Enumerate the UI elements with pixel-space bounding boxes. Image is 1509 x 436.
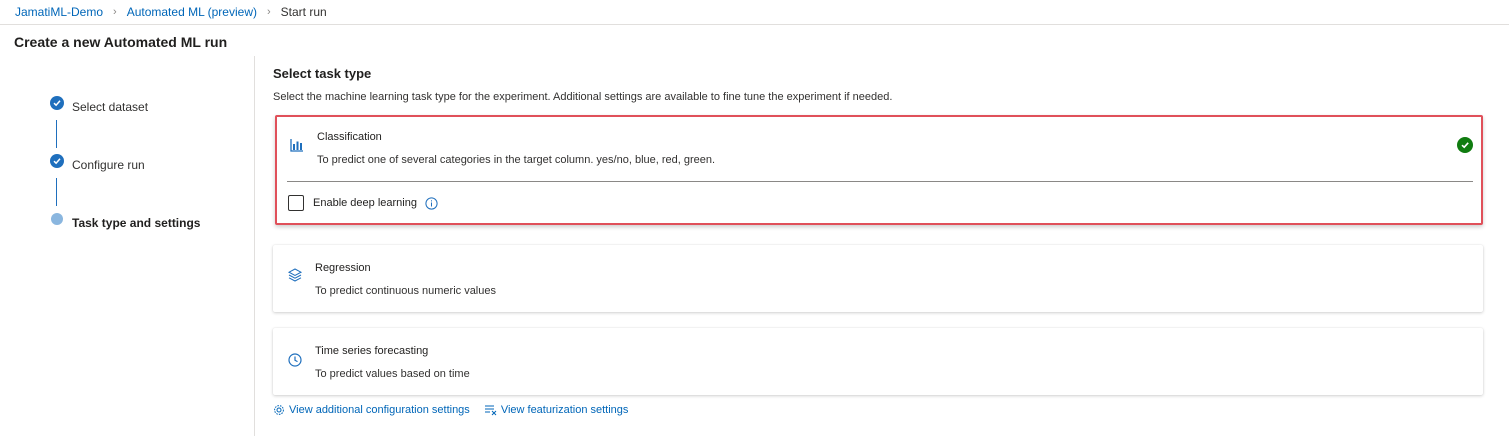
info-icon[interactable] — [425, 197, 438, 210]
link-label: View additional configuration settings — [289, 404, 470, 416]
task-option-title: Classification — [317, 131, 382, 143]
task-option-title: Time series forecasting — [315, 345, 429, 357]
link-label: View featurization settings — [500, 404, 629, 416]
check-icon — [50, 154, 64, 168]
section-title: Select task type — [273, 66, 372, 81]
task-option-description: To predict values based on time — [315, 368, 470, 380]
vertical-divider — [254, 56, 255, 436]
step-label: Configure run — [72, 158, 145, 172]
selected-check-icon — [1457, 137, 1473, 153]
task-option-classification[interactable]: Classification To predict one of several… — [275, 115, 1483, 225]
settings-links: View additional configuration settings V… — [273, 404, 642, 416]
step-label: Select dataset — [72, 100, 149, 114]
section-description: Select the machine learning task type fo… — [273, 91, 893, 103]
current-step-dot-icon — [51, 213, 63, 225]
gear-icon — [274, 405, 284, 415]
breadcrumb: JamatiML-Demo › Automated ML (preview) ›… — [15, 3, 327, 21]
featurization-icon — [484, 405, 497, 416]
layers-icon — [287, 267, 303, 283]
step-label: Task type and settings — [72, 216, 201, 230]
chevron-right-icon: › — [113, 6, 117, 18]
step-configure-run[interactable]: Configure run — [50, 154, 250, 212]
card-divider — [287, 181, 1473, 182]
view-featurization-settings-link[interactable]: View featurization settings — [484, 404, 629, 416]
step-connector — [56, 120, 57, 148]
top-divider — [0, 24, 1509, 25]
task-option-title: Regression — [315, 262, 371, 274]
chevron-right-icon: › — [266, 6, 271, 18]
wizard-steps: Select dataset Configure run Task type a… — [50, 96, 250, 270]
step-task-type-settings[interactable]: Task type and settings — [50, 212, 250, 270]
task-option-description: To predict one of several categories in … — [317, 154, 716, 166]
clock-icon — [287, 352, 303, 368]
checkbox-label: Enable deep learning — [313, 197, 417, 209]
breadcrumb-workspace-link[interactable]: JamatiML-Demo — [15, 5, 103, 19]
task-option-description: To predict continuous numeric values — [315, 285, 496, 297]
bar-chart-icon — [289, 137, 305, 153]
page-title: Create a new Automated ML run — [14, 34, 228, 50]
breadcrumb-current: Start run — [280, 5, 327, 19]
breadcrumb-automated-ml-link[interactable]: Automated ML (preview) — [127, 5, 257, 19]
checkbox-box[interactable] — [288, 195, 304, 211]
check-icon — [50, 96, 64, 110]
step-connector — [56, 178, 57, 206]
enable-deep-learning-checkbox[interactable]: Enable deep learning — [288, 195, 438, 211]
task-option-time-series-forecasting[interactable]: Time series forecasting To predict value… — [273, 328, 1483, 395]
view-additional-configuration-link[interactable]: View additional configuration settings — [273, 404, 470, 416]
step-select-dataset[interactable]: Select dataset — [50, 96, 250, 154]
task-option-regression[interactable]: Regression To predict continuous numeric… — [273, 245, 1483, 312]
